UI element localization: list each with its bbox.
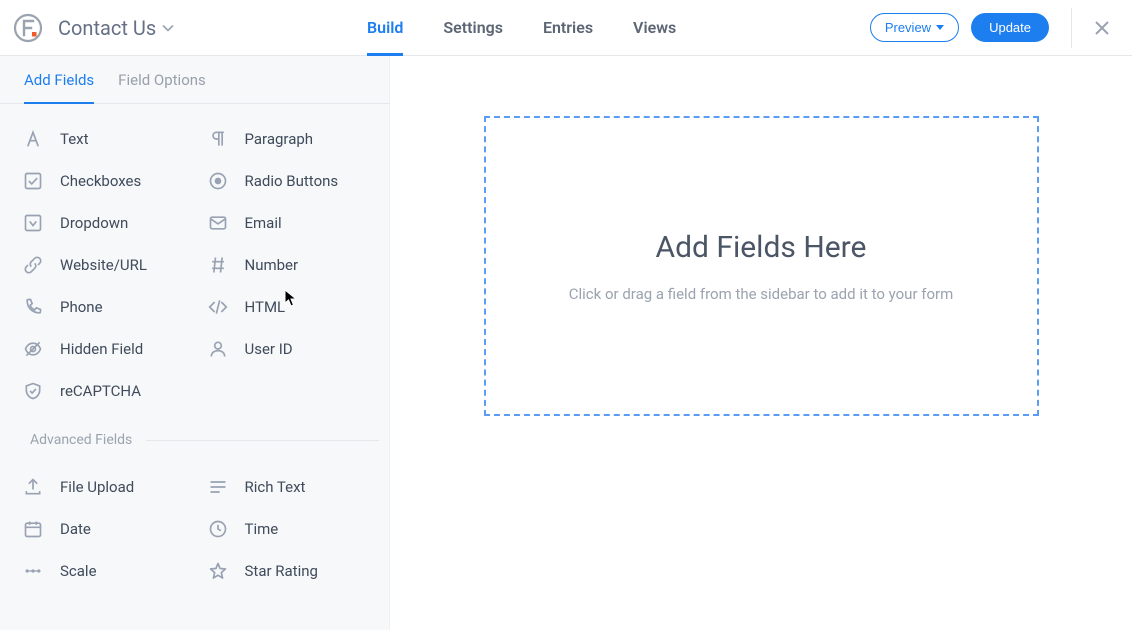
preview-button[interactable]: Preview bbox=[870, 13, 959, 42]
field-number[interactable]: Number bbox=[195, 244, 380, 286]
basic-fields-grid: Text Paragraph Checkboxes Radio Buttons … bbox=[0, 104, 389, 420]
shield-check-icon bbox=[22, 380, 44, 402]
field-label: Radio Buttons bbox=[245, 172, 339, 190]
field-label: Paragraph bbox=[245, 130, 314, 148]
field-label: Date bbox=[60, 520, 91, 538]
link-icon bbox=[22, 254, 44, 276]
canvas: Add Fields Here Click or drag a field fr… bbox=[390, 56, 1132, 630]
close-icon bbox=[1094, 20, 1110, 36]
field-date[interactable]: Date bbox=[10, 508, 195, 550]
field-hidden[interactable]: Hidden Field bbox=[10, 328, 195, 370]
update-button[interactable]: Update bbox=[971, 13, 1049, 42]
logo-area: Contact Us bbox=[12, 12, 357, 44]
checkbox-icon bbox=[22, 170, 44, 192]
field-file-upload[interactable]: File Upload bbox=[10, 466, 195, 508]
field-label: Text bbox=[60, 130, 89, 148]
code-icon bbox=[207, 296, 229, 318]
chevron-down-icon bbox=[162, 24, 174, 32]
field-text[interactable]: Text bbox=[10, 118, 195, 160]
advanced-fields-header: Advanced Fields bbox=[0, 420, 389, 452]
sidebar-tab-add-fields[interactable]: Add Fields bbox=[24, 56, 94, 104]
field-label: Rich Text bbox=[245, 478, 306, 496]
tab-entries[interactable]: Entries bbox=[543, 0, 593, 56]
form-title: Contact Us bbox=[58, 16, 156, 40]
advanced-fields-grid: File Upload Rich Text Date Time Scale St… bbox=[0, 452, 389, 600]
field-html[interactable]: HTML bbox=[195, 286, 380, 328]
divider bbox=[1071, 8, 1072, 48]
field-label: Website/URL bbox=[60, 256, 147, 274]
field-user-id[interactable]: User ID bbox=[195, 328, 380, 370]
field-label: Time bbox=[245, 520, 279, 538]
star-icon bbox=[207, 560, 229, 582]
field-phone[interactable]: Phone bbox=[10, 286, 195, 328]
field-scale[interactable]: Scale bbox=[10, 550, 195, 592]
dropzone-subtitle: Click or drag a field from the sidebar t… bbox=[569, 285, 954, 303]
field-label: HTML bbox=[245, 298, 286, 316]
topnav: Build Settings Entries Views bbox=[357, 0, 676, 56]
field-label: Hidden Field bbox=[60, 340, 143, 358]
tab-build[interactable]: Build bbox=[367, 0, 403, 56]
form-title-dropdown[interactable]: Contact Us bbox=[58, 16, 174, 40]
top-actions: Preview Update bbox=[870, 8, 1116, 48]
dropzone[interactable]: Add Fields Here Click or drag a field fr… bbox=[484, 116, 1039, 416]
field-email[interactable]: Email bbox=[195, 202, 380, 244]
field-label: User ID bbox=[245, 340, 293, 358]
calendar-icon bbox=[22, 518, 44, 540]
field-label: Scale bbox=[60, 562, 97, 580]
field-label: Checkboxes bbox=[60, 172, 141, 190]
field-radio-buttons[interactable]: Radio Buttons bbox=[195, 160, 380, 202]
dropdown-icon bbox=[22, 212, 44, 234]
field-checkboxes[interactable]: Checkboxes bbox=[10, 160, 195, 202]
clock-icon bbox=[207, 518, 229, 540]
caret-down-icon bbox=[936, 25, 944, 31]
rich-text-icon bbox=[207, 476, 229, 498]
hash-icon bbox=[207, 254, 229, 276]
section-title: Advanced Fields bbox=[30, 432, 132, 448]
field-paragraph[interactable]: Paragraph bbox=[195, 118, 380, 160]
field-star-rating[interactable]: Star Rating bbox=[195, 550, 380, 592]
email-icon bbox=[207, 212, 229, 234]
field-time[interactable]: Time bbox=[195, 508, 380, 550]
field-url[interactable]: Website/URL bbox=[10, 244, 195, 286]
text-icon bbox=[22, 128, 44, 150]
sidebar: Add Fields Field Options Text Paragraph … bbox=[0, 56, 390, 630]
field-label: Email bbox=[245, 214, 282, 232]
field-label: Number bbox=[245, 256, 299, 274]
upload-icon bbox=[22, 476, 44, 498]
sidebar-tab-field-options[interactable]: Field Options bbox=[118, 56, 206, 104]
field-dropdown[interactable]: Dropdown bbox=[10, 202, 195, 244]
field-recaptcha[interactable]: reCAPTCHA bbox=[10, 370, 195, 412]
body: Add Fields Field Options Text Paragraph … bbox=[0, 56, 1132, 630]
user-icon bbox=[207, 338, 229, 360]
field-label: Star Rating bbox=[245, 562, 318, 580]
field-label: File Upload bbox=[60, 478, 134, 496]
scale-icon bbox=[22, 560, 44, 582]
close-button[interactable] bbox=[1088, 14, 1116, 42]
topbar: Contact Us Build Settings Entries Views … bbox=[0, 0, 1132, 56]
field-label: Dropdown bbox=[60, 214, 128, 232]
sidebar-tabs: Add Fields Field Options bbox=[0, 56, 389, 104]
divider bbox=[146, 440, 379, 441]
dropzone-title: Add Fields Here bbox=[656, 230, 867, 265]
field-label: reCAPTCHA bbox=[60, 382, 141, 400]
phone-icon bbox=[22, 296, 44, 318]
eye-off-icon bbox=[22, 338, 44, 360]
field-rich-text[interactable]: Rich Text bbox=[195, 466, 380, 508]
app-logo-icon[interactable] bbox=[12, 12, 44, 44]
paragraph-icon bbox=[207, 128, 229, 150]
radio-icon bbox=[207, 170, 229, 192]
tab-views[interactable]: Views bbox=[633, 0, 676, 56]
tab-settings[interactable]: Settings bbox=[443, 0, 503, 56]
field-label: Phone bbox=[60, 298, 103, 316]
preview-label: Preview bbox=[885, 20, 931, 35]
